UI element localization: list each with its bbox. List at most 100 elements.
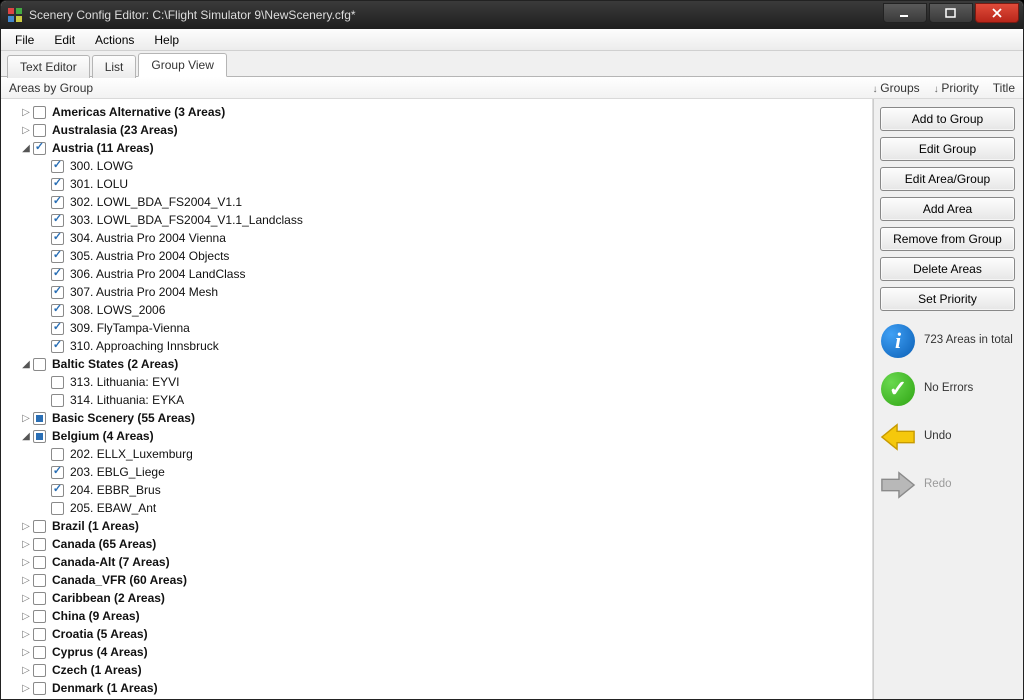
col-groups[interactable]: Groups: [873, 81, 920, 95]
collapse-icon[interactable]: ◢: [19, 429, 33, 443]
tree-group-row[interactable]: ▷Czech (1 Areas): [5, 661, 872, 679]
tree-checkbox[interactable]: [33, 142, 46, 155]
tree-checkbox[interactable]: [51, 214, 64, 227]
tree-checkbox[interactable]: [33, 610, 46, 623]
tree-checkbox[interactable]: [51, 340, 64, 353]
tree-item-row[interactable]: 306. Austria Pro 2004 LandClass: [5, 265, 872, 283]
expand-icon[interactable]: ▷: [19, 681, 33, 695]
tree-checkbox[interactable]: [51, 160, 64, 173]
tree-group-row[interactable]: ▷Canada (65 Areas): [5, 535, 872, 553]
tree-checkbox[interactable]: [51, 394, 64, 407]
tree-checkbox[interactable]: [51, 250, 64, 263]
tree-group-row[interactable]: ◢Baltic States (2 Areas): [5, 355, 872, 373]
close-button[interactable]: [975, 3, 1019, 23]
tree-checkbox[interactable]: [51, 484, 64, 497]
minimize-button[interactable]: [883, 3, 927, 23]
tree-group-row[interactable]: ▷Basic Scenery (55 Areas): [5, 409, 872, 427]
expand-icon[interactable]: ▷: [19, 123, 33, 137]
menu-actions[interactable]: Actions: [85, 31, 144, 49]
tree-checkbox[interactable]: [33, 574, 46, 587]
remove-from-group-button[interactable]: Remove from Group: [880, 227, 1015, 251]
collapse-icon[interactable]: ◢: [19, 357, 33, 371]
tree-checkbox[interactable]: [51, 322, 64, 335]
tree-checkbox[interactable]: [51, 466, 64, 479]
tree-item-row[interactable]: 202. ELLX_Luxemburg: [5, 445, 872, 463]
collapse-icon[interactable]: ◢: [19, 141, 33, 155]
tree-item-row[interactable]: 301. LOLU: [5, 175, 872, 193]
menu-file[interactable]: File: [5, 31, 44, 49]
col-areas-by-group[interactable]: Areas by Group: [9, 81, 873, 95]
tree-item-row[interactable]: 304. Austria Pro 2004 Vienna: [5, 229, 872, 247]
tree-checkbox[interactable]: [33, 358, 46, 371]
tree-group-row[interactable]: ◢Belgium (4 Areas): [5, 427, 872, 445]
tree-checkbox[interactable]: [51, 232, 64, 245]
tree-checkbox[interactable]: [51, 286, 64, 299]
tree-checkbox[interactable]: [33, 538, 46, 551]
tree-item-row[interactable]: 302. LOWL_BDA_FS2004_V1.1: [5, 193, 872, 211]
tree-group-row[interactable]: ▷Cyprus (4 Areas): [5, 643, 872, 661]
tree-item-row[interactable]: 204. EBBR_Brus: [5, 481, 872, 499]
tree-checkbox[interactable]: [51, 178, 64, 191]
menu-help[interactable]: Help: [144, 31, 189, 49]
tree-checkbox[interactable]: [33, 412, 46, 425]
expand-icon[interactable]: ▷: [19, 627, 33, 641]
tree-item-row[interactable]: 313. Lithuania: EYVI: [5, 373, 872, 391]
expand-icon[interactable]: ▷: [19, 411, 33, 425]
delete-areas-button[interactable]: Delete Areas: [880, 257, 1015, 281]
menu-edit[interactable]: Edit: [44, 31, 85, 49]
tree-checkbox[interactable]: [51, 196, 64, 209]
tree-checkbox[interactable]: [51, 448, 64, 461]
tree-group-row[interactable]: ▷Canada-Alt (7 Areas): [5, 553, 872, 571]
tree-group-row[interactable]: ▷Brazil (1 Areas): [5, 517, 872, 535]
tree-checkbox[interactable]: [33, 592, 46, 605]
tree-checkbox[interactable]: [51, 502, 64, 515]
tree-checkbox[interactable]: [33, 646, 46, 659]
expand-icon[interactable]: ▷: [19, 645, 33, 659]
expand-icon[interactable]: ▷: [19, 555, 33, 569]
expand-icon[interactable]: ▷: [19, 573, 33, 587]
tree-checkbox[interactable]: [33, 682, 46, 695]
tree-checkbox[interactable]: [51, 268, 64, 281]
tree-item-row[interactable]: 310. Approaching Innsbruck: [5, 337, 872, 355]
tree-item-row[interactable]: 314. Lithuania: EYKA: [5, 391, 872, 409]
tree-checkbox[interactable]: [33, 124, 46, 137]
expand-icon[interactable]: ▷: [19, 591, 33, 605]
expand-icon[interactable]: ▷: [19, 663, 33, 677]
tree-checkbox[interactable]: [33, 556, 46, 569]
tree-item-row[interactable]: 203. EBLG_Liege: [5, 463, 872, 481]
tree-checkbox[interactable]: [33, 628, 46, 641]
tree-checkbox[interactable]: [51, 304, 64, 317]
tree-item-row[interactable]: 308. LOWS_2006: [5, 301, 872, 319]
tree-checkbox[interactable]: [33, 430, 46, 443]
tab-group-view[interactable]: Group View: [138, 53, 226, 77]
undo-button[interactable]: Undo: [880, 419, 1015, 455]
tab-list[interactable]: List: [92, 55, 137, 78]
expand-icon[interactable]: ▷: [19, 609, 33, 623]
tree-checkbox[interactable]: [33, 520, 46, 533]
tree-checkbox[interactable]: [33, 106, 46, 119]
expand-icon[interactable]: ▷: [19, 537, 33, 551]
tree-item-row[interactable]: 205. EBAW_Ant: [5, 499, 872, 517]
tree-item-row[interactable]: 307. Austria Pro 2004 Mesh: [5, 283, 872, 301]
tab-text-editor[interactable]: Text Editor: [7, 55, 90, 78]
expand-icon[interactable]: ▷: [19, 519, 33, 533]
tree-checkbox[interactable]: [51, 376, 64, 389]
tree-item-row[interactable]: 309. FlyTampa-Vienna: [5, 319, 872, 337]
expand-icon[interactable]: ▷: [19, 105, 33, 119]
tree-group-row[interactable]: ▷Australasia (23 Areas): [5, 121, 872, 139]
tree-item-row[interactable]: 305. Austria Pro 2004 Objects: [5, 247, 872, 265]
tree-group-row[interactable]: ▷Croatia (5 Areas): [5, 625, 872, 643]
tree-checkbox[interactable]: [33, 664, 46, 677]
tree-item-row[interactable]: 303. LOWL_BDA_FS2004_V1.1_Landclass: [5, 211, 872, 229]
tree-group-row[interactable]: ▷Americas Alternative (3 Areas): [5, 103, 872, 121]
tree-group-row[interactable]: ▷Canada_VFR (60 Areas): [5, 571, 872, 589]
add-to-group-button[interactable]: Add to Group: [880, 107, 1015, 131]
col-priority[interactable]: Priority: [934, 81, 979, 95]
tree-item-row[interactable]: 300. LOWG: [5, 157, 872, 175]
tree-group-row[interactable]: ▷China (9 Areas): [5, 607, 872, 625]
group-tree[interactable]: ▷Americas Alternative (3 Areas)▷Australa…: [1, 99, 873, 699]
edit-area-group-button[interactable]: Edit Area/Group: [880, 167, 1015, 191]
add-area-button[interactable]: Add Area: [880, 197, 1015, 221]
maximize-button[interactable]: [929, 3, 973, 23]
tree-group-row[interactable]: ▷Denmark (1 Areas): [5, 679, 872, 697]
